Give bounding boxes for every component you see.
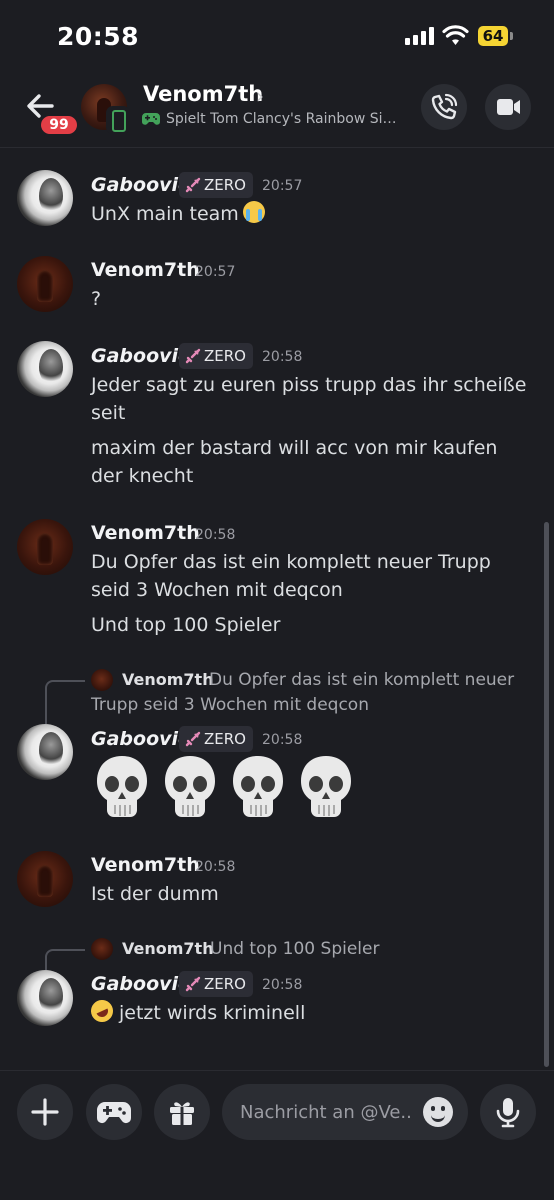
message-timestamp: 20:58 [195, 527, 236, 543]
video-camera-icon [497, 99, 520, 115]
message-timestamp: 20:58 [262, 349, 303, 365]
message-timestamp: 20:58 [262, 732, 303, 748]
message-author[interactable]: Venom7th [91, 259, 200, 281]
gamepad-icon [142, 113, 160, 125]
video-call-button[interactable] [485, 84, 531, 130]
reply-connector [45, 949, 85, 971]
message-text: UnX main team [91, 200, 531, 228]
clan-tag[interactable]: ZERO [179, 971, 253, 997]
status-bar: 20:58 64 [0, 0, 554, 72]
phone-icon [431, 93, 458, 120]
voice-message-button[interactable] [480, 1084, 536, 1140]
avatar[interactable] [17, 256, 73, 312]
attach-button[interactable] [17, 1084, 73, 1140]
clan-tag-label: ZERO [204, 176, 246, 194]
activity-status: Spielt Tom Clancy's Rainbow Six®... [142, 111, 404, 127]
voice-call-button[interactable] [421, 84, 467, 130]
dm-header: 99 Venom7th › Spielt Tom Clancy's Rainbo… [0, 72, 554, 148]
plus-icon [31, 1098, 59, 1126]
message-text: Jeder sagt zu euren piss trupp das ihr s… [91, 374, 527, 424]
gift-icon [170, 1102, 194, 1125]
activity-text: Spielt Tom Clancy's Rainbow Six®... [166, 111, 404, 127]
crying-emoji-icon [242, 201, 265, 223]
dm-title[interactable]: Venom7th [143, 82, 263, 106]
clan-tag-label: ZERO [204, 347, 246, 365]
sword-icon [185, 177, 201, 193]
avatar[interactable] [17, 724, 73, 780]
rofl-emoji-icon [87, 996, 117, 1026]
message-text: Du Opfer das ist ein komplett neuer Trup… [91, 551, 491, 601]
clan-tag-label: ZERO [204, 975, 246, 993]
sword-icon [185, 348, 201, 364]
message-line: jetzt wirds kriminell [119, 1002, 306, 1024]
skull-icon [233, 756, 283, 817]
chevron-right-icon[interactable]: › [256, 84, 264, 108]
message-author[interactable]: Gaboovic [91, 345, 189, 367]
reply-preview-text[interactable]: Und top 100 Spieler [210, 937, 379, 962]
avatar[interactable] [17, 970, 73, 1026]
gamepad-icon [97, 1102, 131, 1123]
status-time: 20:58 [57, 22, 140, 51]
scrollbar[interactable] [544, 522, 549, 1067]
message-author[interactable]: Venom7th [91, 854, 200, 876]
skull-icon [97, 756, 147, 817]
message-input-wrapper [222, 1084, 468, 1140]
message-author[interactable]: Gaboovic [91, 174, 189, 196]
message-timestamp: 20:58 [195, 859, 236, 875]
message-timestamp: 20:57 [262, 178, 303, 194]
message-input[interactable] [240, 1084, 420, 1140]
cellular-signal-icon [405, 27, 434, 45]
message-text: jetzt wirds kriminell [87, 996, 531, 1027]
reply-preview-text[interactable]: Du Opfer das ist ein komplett neuer Trup… [91, 668, 531, 718]
message-text: Und top 100 Spieler [91, 614, 281, 636]
microphone-icon [496, 1098, 520, 1128]
skull-icon [301, 756, 351, 817]
sword-icon [185, 976, 201, 992]
message-timestamp: 20:57 [195, 264, 236, 280]
gift-button[interactable] [154, 1084, 210, 1140]
sword-icon [185, 731, 201, 747]
message-author[interactable]: Gaboovic [91, 973, 189, 995]
activities-button[interactable] [86, 1084, 142, 1140]
message-text: ? [91, 288, 102, 310]
message-timestamp: 20:58 [262, 977, 303, 993]
clan-tag[interactable]: ZERO [179, 343, 253, 369]
message-text: maxim der bastard will acc von mir kaufe… [91, 437, 498, 487]
message-line: UnX main team [91, 203, 239, 225]
reply-avatar [91, 938, 113, 960]
unread-badge: 99 [38, 113, 80, 137]
message-composer [0, 1070, 554, 1200]
clan-tag[interactable]: ZERO [179, 726, 253, 752]
skull-icon [165, 756, 215, 817]
avatar[interactable] [17, 170, 73, 226]
message-text: Ist der dumm [91, 883, 219, 905]
avatar[interactable] [17, 519, 73, 575]
wifi-icon [442, 25, 469, 45]
battery-icon: 64 [478, 26, 508, 46]
reply-connector [45, 680, 85, 724]
battery-tip [510, 32, 513, 40]
skull-emojis [93, 754, 355, 820]
avatar[interactable] [17, 851, 73, 907]
mobile-status-icon [106, 106, 130, 134]
message-author[interactable]: Venom7th [91, 522, 200, 544]
clan-tag[interactable]: ZERO [179, 172, 253, 198]
clan-tag-label: ZERO [204, 730, 246, 748]
reply-author[interactable]: Venom7th [122, 939, 214, 958]
emoji-icon[interactable] [423, 1097, 453, 1127]
avatar[interactable] [17, 341, 73, 397]
message-author[interactable]: Gaboovic [91, 728, 189, 750]
